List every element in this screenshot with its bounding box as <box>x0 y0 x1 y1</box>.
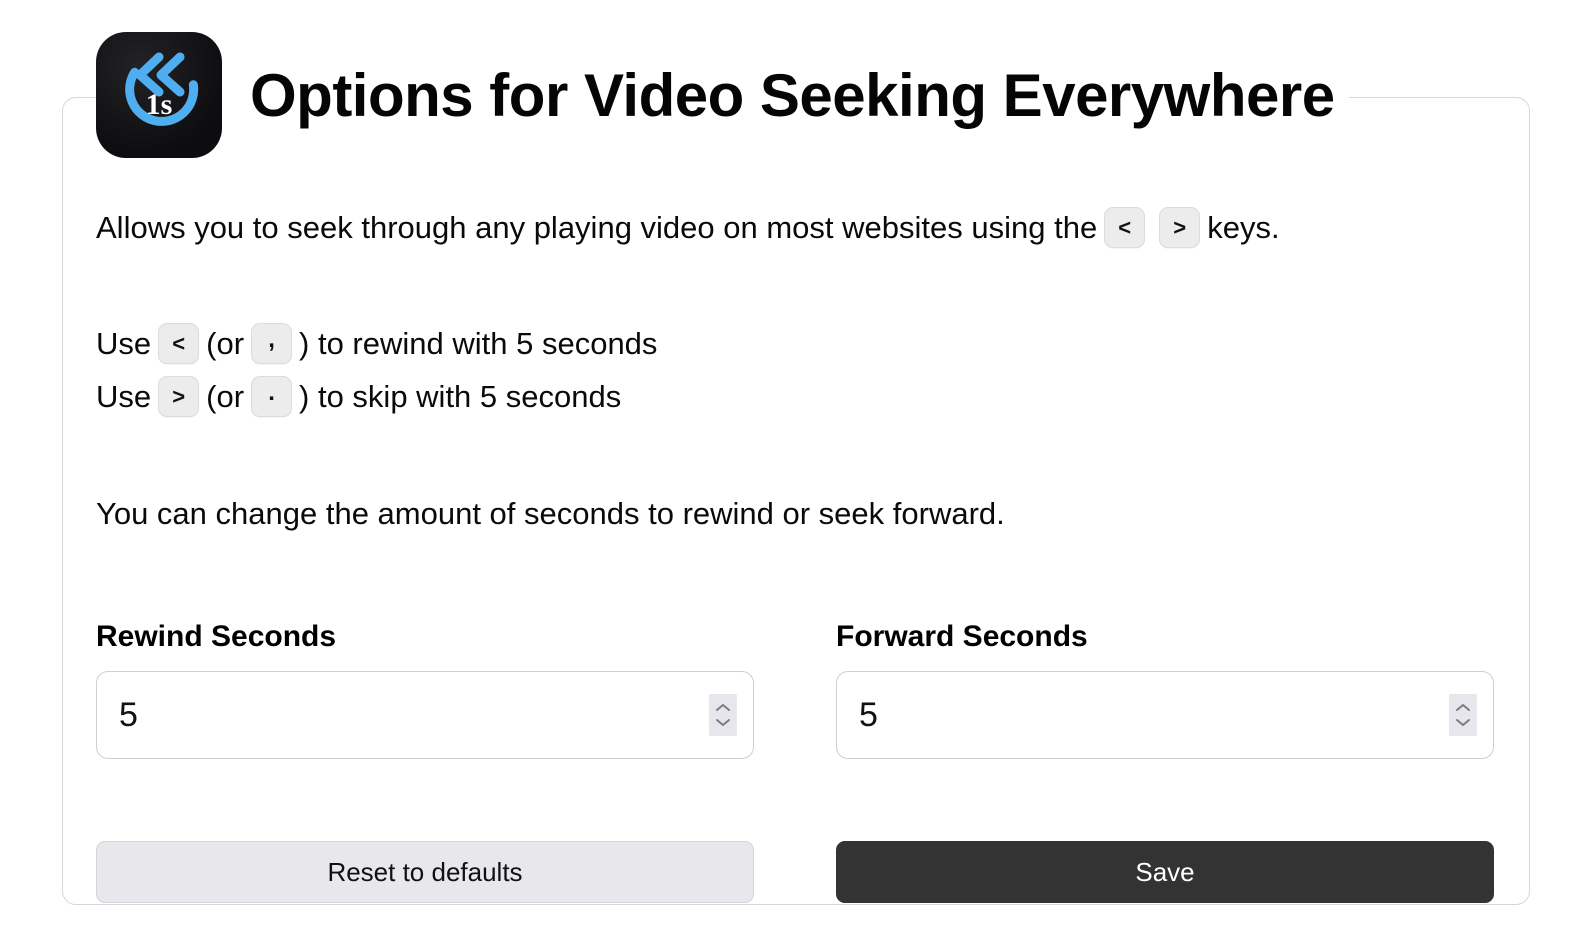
usage-forward-prefix: Use <box>96 378 152 414</box>
chevron-down-icon[interactable] <box>1454 717 1472 728</box>
kbd-comma: , <box>251 323 293 364</box>
save-button[interactable]: Save <box>836 841 1494 904</box>
chevron-up-icon[interactable] <box>1454 702 1472 713</box>
kbd-less-than: < <box>1104 207 1146 248</box>
rewind-seconds-input[interactable]: 5 <box>96 671 754 760</box>
rewind-1s-app-icon: 1s <box>96 32 222 158</box>
svg-text:1s: 1s <box>146 88 173 121</box>
reset-to-defaults-button[interactable]: Reset to defaults <box>96 841 754 904</box>
usage-line-forward: Use > (or . ) to skip with 5 seconds <box>96 376 1496 417</box>
intro-paragraph: Allows you to seek through any playing v… <box>96 207 1496 248</box>
usage-forward-suffix: ) to skip with 5 seconds <box>299 378 622 414</box>
settings-fields: Rewind Seconds 5 Forward Seconds 5 <box>96 620 1496 760</box>
intro-text-before: Allows you to seek through any playing v… <box>96 209 1098 245</box>
kbd-less-than-rewind: < <box>158 323 200 364</box>
usage-forward-mid: (or <box>206 378 245 414</box>
forward-seconds-input[interactable]: 5 <box>836 671 1494 760</box>
rewind-seconds-stepper[interactable] <box>709 694 737 737</box>
kbd-period: . <box>251 376 293 417</box>
forward-seconds-value[interactable]: 5 <box>837 696 878 735</box>
kbd-greater-than-forward: > <box>158 376 200 417</box>
usage-rewind-mid: (or <box>206 325 245 361</box>
forward-seconds-field: Forward Seconds 5 <box>836 620 1494 760</box>
rewind-seconds-label: Rewind Seconds <box>96 620 337 654</box>
chevron-up-icon[interactable] <box>714 702 732 713</box>
usage-rewind-suffix: ) to rewind with 5 seconds <box>299 325 658 361</box>
page-header: 1s Options for Video Seeking Everywhere <box>96 30 1349 160</box>
forward-seconds-label: Forward Seconds <box>836 620 1088 654</box>
rewind-seconds-value[interactable]: 5 <box>97 696 138 735</box>
intro-text-after: keys. <box>1207 209 1280 245</box>
usage-rewind-prefix: Use <box>96 325 152 361</box>
options-page: 1s Options for Video Seeking Everywhere … <box>0 0 1576 946</box>
action-buttons: Reset to defaults Save <box>96 841 1496 904</box>
usage-line-rewind: Use < (or , ) to rewind with 5 seconds <box>96 323 1496 364</box>
forward-seconds-stepper[interactable] <box>1449 694 1477 737</box>
card-body: Allows you to seek through any playing v… <box>96 180 1496 904</box>
chevron-down-icon[interactable] <box>714 717 732 728</box>
rewind-seconds-field: Rewind Seconds 5 <box>96 620 754 760</box>
page-title: Options for Video Seeking Everywhere <box>250 62 1335 129</box>
kbd-greater-than: > <box>1159 207 1201 248</box>
note-paragraph: You can change the amount of seconds to … <box>96 496 1005 531</box>
usage-list: Use < (or , ) to rewind with 5 seconds U… <box>96 323 1496 417</box>
